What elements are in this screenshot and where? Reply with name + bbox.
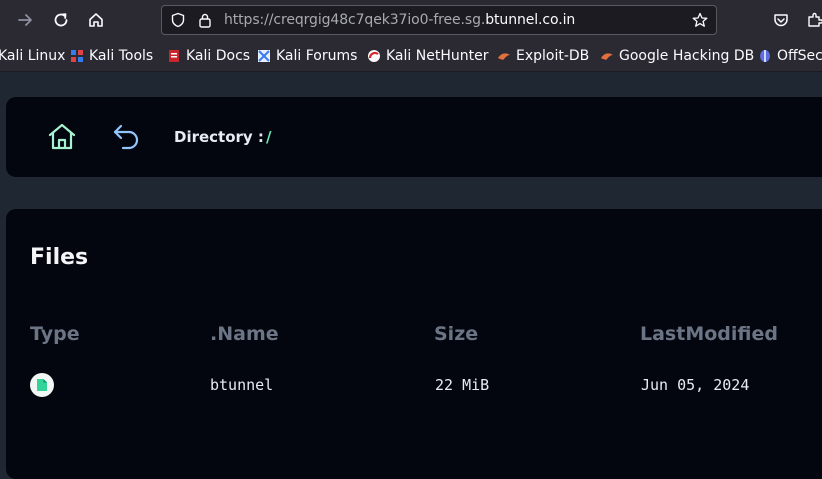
kali-tools-icon <box>70 49 84 63</box>
bookmark-offsec[interactable]: OffSec <box>758 46 822 66</box>
bookmark-label: Google Hacking DB <box>619 48 755 64</box>
shield-icon[interactable] <box>170 12 186 32</box>
directory-path: / <box>266 128 272 146</box>
home-icon[interactable] <box>46 121 78 153</box>
column-header-lastmodified[interactable]: LastModified <box>640 323 778 345</box>
offsec-icon <box>758 49 772 63</box>
directory-label: Directory : <box>174 128 264 146</box>
bookmark-label: Kali Linux <box>0 48 66 64</box>
bookmark-exploit-db[interactable]: Exploit-DB <box>497 46 589 66</box>
bookmark-label: Exploit-DB <box>516 48 590 64</box>
files-panel: Files Type .Name Size LastModified btunn… <box>6 209 822 479</box>
url-text[interactable]: https://creqrgig48c7qek37io0-free.sg.btu… <box>224 12 575 28</box>
url-domain: btunnel.co.in <box>485 12 576 28</box>
column-header-size[interactable]: Size <box>434 323 478 345</box>
page-content: Directory : / Files Type .Name Size Last… <box>0 72 822 479</box>
file-icon <box>30 373 54 397</box>
bookmark-star-icon[interactable] <box>692 12 708 32</box>
file-name[interactable]: btunnel <box>210 376 273 394</box>
bookmarks-toolbar: Kali Linux Kali Tools Kali Docs Kali For… <box>0 40 822 72</box>
bookmark-kali-linux[interactable]: Kali Linux <box>0 46 65 66</box>
bookmark-label: Kali NetHunter <box>386 48 489 64</box>
bookmark-ghdb[interactable]: Google Hacking DB <box>600 46 754 66</box>
bookmark-kali-forums[interactable]: Kali Forums <box>257 46 357 66</box>
extensions-icon[interactable] <box>804 9 822 31</box>
home-browser-icon[interactable] <box>85 9 107 31</box>
bookmark-label: Kali Docs <box>186 48 251 64</box>
bookmark-label: OffSec <box>777 48 822 64</box>
column-header-type[interactable]: Type <box>30 323 80 345</box>
file-size: 22 MiB <box>435 376 490 394</box>
back-icon[interactable] <box>110 121 142 153</box>
file-modified: Jun 05, 2024 <box>641 376 750 394</box>
browser-toolbar: https://creqrgig48c7qek37io0-free.sg.btu… <box>0 0 822 40</box>
bookmark-label: Kali Tools <box>89 48 154 64</box>
kali-nethunter-icon <box>367 49 381 63</box>
forward-icon[interactable] <box>14 9 36 31</box>
bookmark-kali-tools[interactable]: Kali Tools <box>70 46 153 66</box>
url-prefix: https://creqrgig48c7qek37io0-free.sg. <box>224 12 486 28</box>
bookmark-kali-docs[interactable]: Kali Docs <box>167 46 250 66</box>
files-title: Files <box>30 245 89 270</box>
directory-header: Directory : / <box>6 97 822 177</box>
kali-forums-icon <box>257 49 271 63</box>
lock-icon[interactable] <box>198 12 212 32</box>
column-header-name[interactable]: .Name <box>210 323 279 345</box>
exploit-db-icon <box>497 49 511 63</box>
ghdb-icon <box>600 49 614 63</box>
url-bar[interactable]: https://creqrgig48c7qek37io0-free.sg.btu… <box>161 5 717 35</box>
reload-icon[interactable] <box>50 9 72 31</box>
bookmark-kali-nethunter[interactable]: Kali NetHunter <box>367 46 488 66</box>
pocket-icon[interactable] <box>770 9 792 31</box>
bookmark-label: Kali Forums <box>276 48 358 64</box>
kali-docs-icon <box>167 49 181 63</box>
